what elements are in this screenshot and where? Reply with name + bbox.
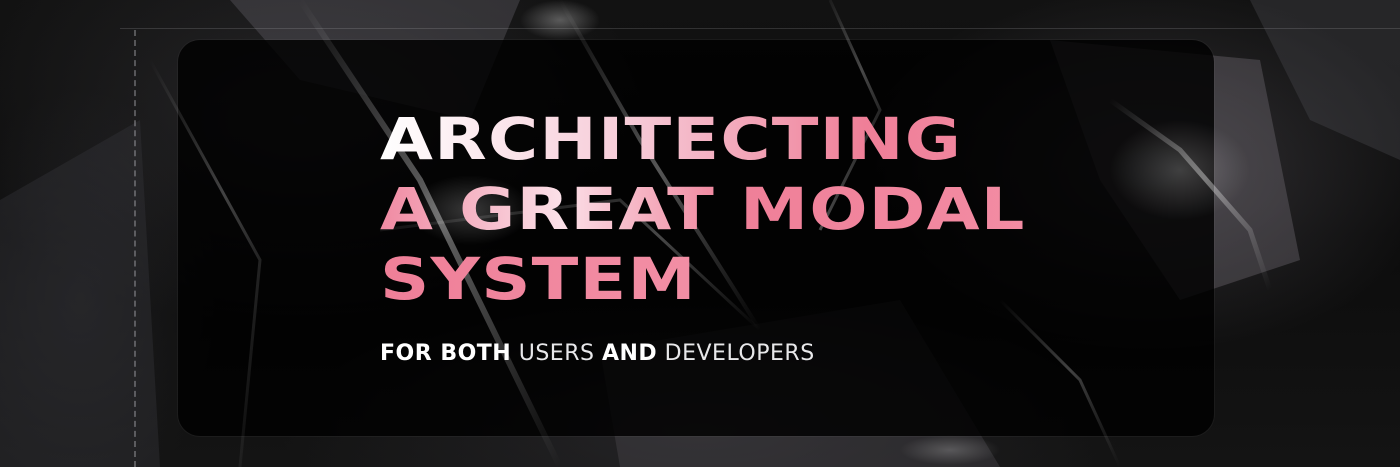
banner-title: ARCHITECTING A GREAT MODAL SYSTEM <box>380 104 1026 314</box>
title-line-2: A GREAT MODAL <box>380 175 1026 243</box>
subtitle-developers: DEVELOPERS <box>664 341 815 366</box>
subtitle-and: AND <box>601 341 658 366</box>
banner-subtitle: FOR BOTH USERS AND DEVELOPERS <box>380 340 815 368</box>
hero-banner: ARCHITECTING A GREAT MODAL SYSTEM FOR BO… <box>0 0 1400 467</box>
subtitle-for-both: FOR BOTH <box>380 341 512 366</box>
left-stitch-seam <box>134 30 140 467</box>
title-line-3: SYSTEM <box>380 244 1026 314</box>
title-line-1: ARCHITECTING <box>380 104 1026 174</box>
top-seam <box>120 28 1400 31</box>
subtitle-users: USERS <box>518 341 595 366</box>
